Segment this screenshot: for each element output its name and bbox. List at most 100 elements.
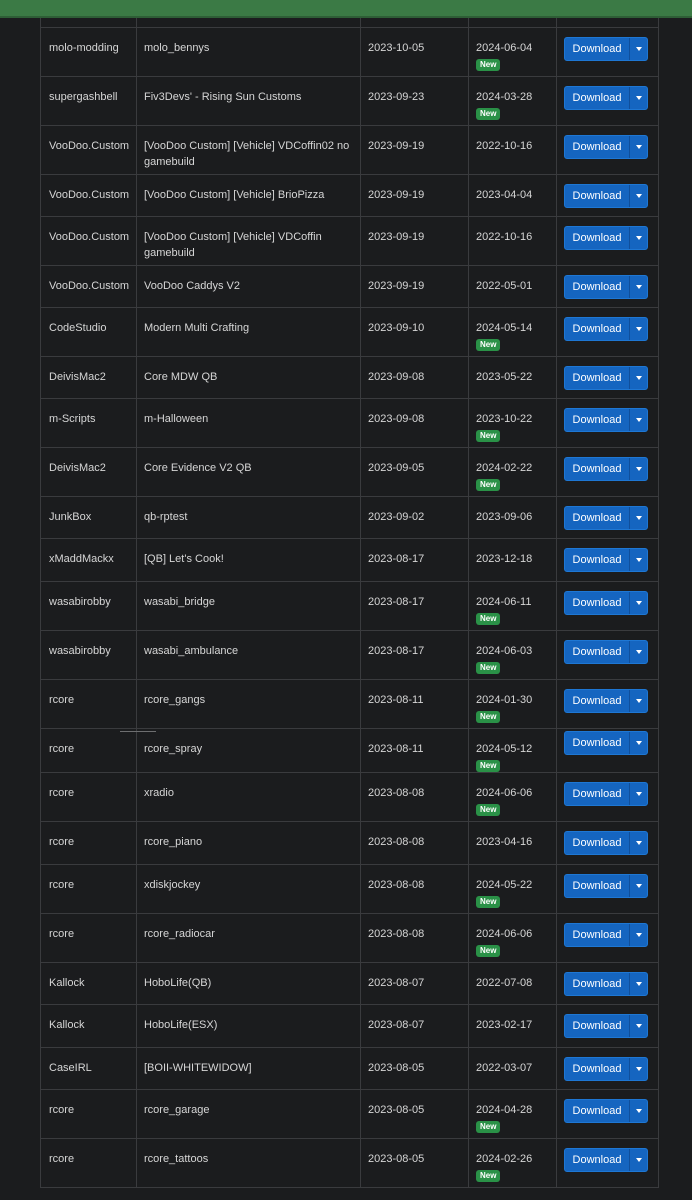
chevron-down-icon[interactable]: [630, 924, 648, 946]
chevron-down-icon[interactable]: [630, 549, 648, 571]
download-button[interactable]: Download: [564, 874, 648, 898]
download-button[interactable]: Download: [564, 184, 648, 208]
resource-name-cell: Fiv3Devs' - Rising Sun Customs: [136, 77, 360, 125]
resource-name: rcore_garage: [144, 1104, 210, 1116]
created-date: 2023-09-08: [368, 413, 425, 425]
download-button[interactable]: Download: [564, 86, 648, 110]
table-row: m-Scripts m-Halloween 2023-09-08 2023-10-22…: [41, 399, 658, 448]
updated-date-cell: 2024-05-22 New: [468, 865, 556, 913]
created-date-cell: 2023-09-08: [360, 357, 468, 398]
download-button-label: Download: [572, 141, 622, 153]
chevron-down-icon[interactable]: [630, 409, 648, 431]
created-date-cell: 2023-09-19: [360, 266, 468, 307]
table-row: rcore rcore_tattoos 2023-08-05 2024-02-26 Ne…: [41, 1139, 658, 1188]
new-badge: New: [476, 613, 501, 625]
chevron-down-icon[interactable]: [630, 38, 648, 60]
chevron-down-icon[interactable]: [630, 136, 648, 158]
download-button-label: Download: [572, 837, 622, 849]
updated-date-cell: 2024-04-28 New: [468, 1090, 556, 1138]
download-button[interactable]: Download: [564, 640, 648, 664]
chevron-down-icon[interactable]: [630, 276, 648, 298]
download-button[interactable]: Download: [564, 1099, 648, 1123]
chevron-down-icon[interactable]: [630, 875, 648, 897]
author-cell: JunkBox: [41, 497, 136, 538]
download-button[interactable]: Download: [564, 923, 648, 947]
action-cell: Download: [556, 582, 658, 630]
action-cell: Download: [556, 865, 658, 913]
chevron-down-icon[interactable]: [630, 185, 648, 207]
download-button[interactable]: Download: [564, 506, 648, 530]
download-button[interactable]: Download: [564, 226, 648, 250]
author-name: DeivisMac2: [49, 371, 106, 383]
download-button[interactable]: Download: [564, 408, 648, 432]
chevron-down-icon[interactable]: [630, 318, 648, 340]
download-button[interactable]: Download: [564, 831, 648, 855]
table-row: rcore rcore_piano 2023-08-08 2023-04-16 Down…: [41, 822, 658, 865]
action-cell: Download: [556, 308, 658, 356]
download-button[interactable]: Download: [564, 37, 648, 61]
chevron-down-icon[interactable]: [630, 783, 648, 805]
download-button-label: Download: [572, 554, 622, 566]
chevron-down-icon[interactable]: [630, 227, 648, 249]
author-cell: DeivisMac2: [41, 448, 136, 496]
download-button[interactable]: Download: [564, 731, 648, 755]
resource-name: Modern Multi Crafting: [144, 322, 250, 334]
updated-date: 2024-06-03: [476, 645, 533, 657]
download-button-label: Download: [572, 788, 622, 800]
chevron-down-icon[interactable]: [630, 1058, 648, 1080]
updated-date-cell: 2024-06-11 New: [468, 582, 556, 630]
updated-date-cell: 2024-06-06 New: [468, 914, 556, 962]
updated-date-cell: 2024-06-04 New: [468, 28, 556, 76]
action-cell: Download: [556, 266, 658, 307]
download-button[interactable]: Download: [564, 1014, 648, 1038]
chevron-down-icon[interactable]: [630, 832, 648, 854]
resource-name: VooDoo Caddys V2: [144, 280, 241, 292]
download-button[interactable]: Download: [564, 317, 648, 341]
download-button[interactable]: Download: [564, 275, 648, 299]
new-badge: New: [476, 1170, 501, 1182]
download-button-label: Download: [572, 1154, 622, 1166]
download-button[interactable]: Download: [564, 1057, 648, 1081]
updated-date: 2023-09-06: [476, 511, 533, 523]
column-divider: [360, 18, 361, 27]
chevron-down-icon[interactable]: [630, 507, 648, 529]
chevron-down-icon[interactable]: [630, 732, 648, 754]
created-date: 2023-08-08: [368, 928, 425, 940]
chevron-down-icon[interactable]: [630, 690, 648, 712]
chevron-down-icon[interactable]: [630, 641, 648, 663]
chevron-down-icon[interactable]: [630, 592, 648, 614]
download-button[interactable]: Download: [564, 135, 648, 159]
resource-name: HoboLife(QB): [144, 977, 212, 989]
chevron-down-icon[interactable]: [630, 973, 648, 995]
chevron-down-icon[interactable]: [630, 1149, 648, 1171]
created-date: 2023-09-08: [368, 371, 425, 383]
chevron-down-icon[interactable]: [630, 1015, 648, 1037]
updated-date-cell: 2023-02-17: [468, 1005, 556, 1047]
table-header-edge: [41, 18, 658, 28]
chevron-down-icon[interactable]: [630, 1100, 648, 1122]
updated-date-cell: 2022-10-16: [468, 126, 556, 174]
resource-name-cell: Modern Multi Crafting: [136, 308, 360, 356]
created-date-cell: 2023-08-07: [360, 963, 468, 1004]
created-date: 2023-09-02: [368, 511, 425, 523]
author-name: DeivisMac2: [49, 462, 106, 474]
new-badge: New: [476, 479, 501, 491]
resource-name-cell: xradio: [136, 773, 360, 821]
download-button[interactable]: Download: [564, 457, 648, 481]
chevron-down-icon[interactable]: [630, 458, 648, 480]
created-date-cell: 2023-08-17: [360, 539, 468, 581]
resource-name-cell: rcore_gangs: [136, 680, 360, 728]
download-button[interactable]: Download: [564, 1148, 648, 1172]
download-button[interactable]: Download: [564, 548, 648, 572]
download-button[interactable]: Download: [564, 782, 648, 806]
updated-date: 2022-07-08: [476, 977, 533, 989]
chevron-down-icon[interactable]: [630, 87, 648, 109]
author-cell: rcore: [41, 822, 136, 864]
download-button[interactable]: Download: [564, 591, 648, 615]
new-badge: New: [476, 896, 501, 908]
download-button[interactable]: Download: [564, 689, 648, 713]
author-cell: rcore: [41, 680, 136, 728]
chevron-down-icon[interactable]: [630, 367, 648, 389]
download-button[interactable]: Download: [564, 972, 648, 996]
download-button[interactable]: Download: [564, 366, 648, 390]
